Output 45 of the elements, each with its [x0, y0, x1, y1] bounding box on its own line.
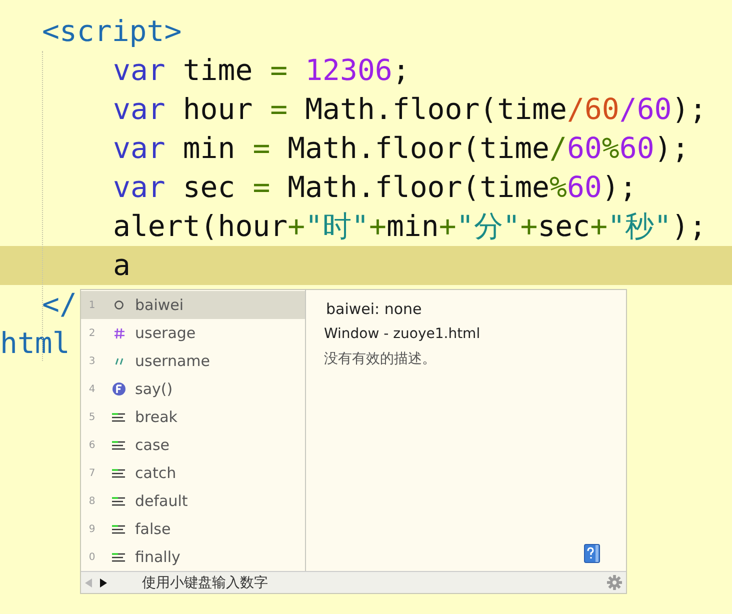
keyword-icon [112, 412, 126, 422]
circle-icon [114, 300, 124, 310]
completion-item[interactable]: 1 baiwei [81, 291, 305, 319]
quote-icon [114, 358, 124, 364]
code-line: var min = Math.floor(time/60%60); [113, 131, 690, 165]
keyword-icon [112, 440, 126, 450]
code-line: var time = 12306; [113, 53, 410, 87]
item-number: 2 [88, 328, 96, 338]
code-line: alert(hour+"时"+min+"分"+sec+"秒"); [113, 209, 706, 243]
item-number: 3 [88, 356, 96, 366]
keyword-icon [112, 496, 126, 506]
signature-text: baiwei: none [326, 300, 423, 318]
item-number: 7 [88, 468, 96, 478]
completion-item[interactable]: 0 finally [81, 543, 305, 571]
function-icon [112, 382, 126, 396]
source-text: Window - zuoye1.html [324, 326, 482, 342]
right-arrow-icon[interactable] [98, 578, 108, 588]
completion-item[interactable]: 9 false [81, 515, 305, 543]
completion-item[interactable]: 3 username [81, 347, 305, 375]
item-number: 4 [88, 384, 96, 394]
description-text: 没有有效的描述。 [324, 350, 437, 368]
completion-item[interactable]: 4 say() [81, 375, 305, 403]
code-line: <script> [42, 14, 182, 48]
item-number: 5 [88, 412, 96, 422]
item-number: 6 [88, 440, 96, 450]
completion-item[interactable]: 5 break [81, 403, 305, 431]
completion-item[interactable]: 6 case [81, 431, 305, 459]
hint-text: 使用小键盘输入数字 [142, 574, 268, 592]
item-number: 0 [88, 552, 96, 562]
keyword-icon [112, 552, 126, 562]
code-line: var hour = Math.floor(time/60/60); [113, 92, 707, 126]
code-line: </ [42, 287, 77, 321]
completion-item[interactable]: 8 default [81, 487, 305, 515]
keyword-icon [112, 468, 126, 478]
hash-icon [114, 328, 124, 338]
code-line: a [113, 248, 130, 282]
item-number: 1 [88, 300, 96, 310]
code-line: var sec = Math.floor(time%60); [113, 170, 637, 204]
keyword-icon [112, 524, 126, 534]
item-number: 8 [88, 496, 96, 506]
completion-item[interactable]: 7 catch [81, 459, 305, 487]
help-book-icon[interactable] [584, 544, 600, 563]
completion-item[interactable]: 2 userage [81, 319, 305, 347]
item-number: 9 [88, 524, 96, 534]
code-line: html [0, 326, 70, 360]
